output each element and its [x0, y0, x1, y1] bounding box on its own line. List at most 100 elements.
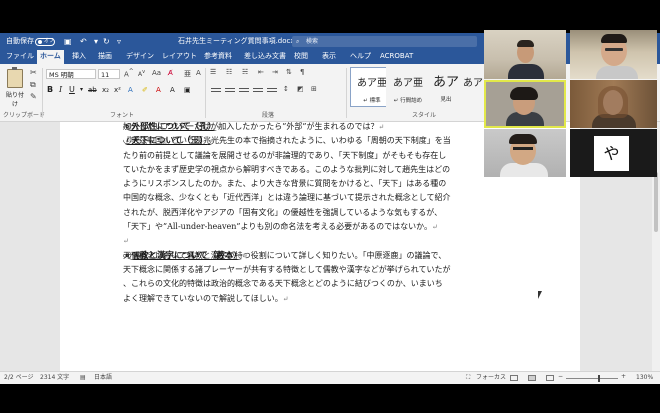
page-count[interactable]: 2/2 ページ: [4, 372, 33, 384]
undo-dropdown-icon[interactable]: ▾: [94, 33, 98, 50]
document-line[interactable]: よく理解できていないので解説してほしい。↵: [123, 292, 528, 306]
superscript-icon[interactable]: x²: [114, 85, 121, 95]
increase-indent-icon[interactable]: ⇥: [272, 68, 278, 76]
character-border-icon[interactable]: ▣: [184, 85, 191, 95]
multilevel-list-icon[interactable]: ☵: [242, 68, 248, 76]
word-count[interactable]: 2314 文字: [40, 372, 69, 384]
document-body[interactable]: ⑥外部性について（孔）↵ 加入したいアクターだけが加入したかったら”外部”が生まれ…: [123, 122, 528, 306]
borders-icon[interactable]: ⊞: [311, 85, 317, 93]
show-marks-icon[interactable]: ¶: [300, 68, 304, 76]
tab-review[interactable]: 校閲: [294, 50, 308, 64]
tab-references[interactable]: 参考資料: [204, 50, 232, 64]
grow-font-icon[interactable]: A^: [124, 69, 134, 78]
customize-toolbar-icon[interactable]: ▿: [117, 33, 121, 50]
autosave-toggle[interactable]: オフ: [35, 38, 55, 46]
paste-button[interactable]: 貼り付け: [4, 67, 26, 108]
font-group-label: フォント: [110, 112, 135, 119]
underline-icon[interactable]: U: [69, 85, 75, 95]
zoom-level[interactable]: 130%: [636, 372, 653, 384]
highlight-icon[interactable]: ✐: [142, 85, 148, 95]
tab-home[interactable]: ホーム: [37, 50, 64, 64]
tab-design[interactable]: デザイン: [126, 50, 154, 64]
align-left-icon[interactable]: [211, 88, 221, 95]
read-mode-icon[interactable]: [510, 375, 518, 381]
strikethrough-icon[interactable]: ab: [88, 85, 97, 95]
phonetic-guide-icon[interactable]: 亜: [184, 69, 191, 79]
style-more[interactable]: あア: [462, 67, 484, 107]
paragraph-mark: ↵: [282, 294, 289, 303]
tab-draw[interactable]: 描画: [98, 50, 112, 64]
video-tile-participant-4[interactable]: [570, 80, 657, 128]
font-name-select[interactable]: MS 明朝: [46, 69, 96, 79]
document-line[interactable]: ていたかをまず歴史学の視点から解明すべきである。このような批判に対して趙先生はど…: [123, 163, 528, 177]
document-line[interactable]: 「天下」や”All-under-heaven”よりも別の命名法を考える必要がある…: [123, 220, 528, 234]
line-text: 中国的な概念、少なくとも「近代西洋」とは違う論理に基づいて提示された概念として紹…: [123, 193, 451, 203]
tab-insert[interactable]: 挿入: [72, 50, 86, 64]
bullets-icon[interactable]: ☰: [210, 68, 216, 76]
proofing-icon[interactable]: ▤: [80, 372, 86, 384]
search-box[interactable]: ⌕ 検索: [292, 36, 477, 47]
bold-icon[interactable]: B: [47, 85, 53, 95]
video-tile-participant-5[interactable]: [484, 129, 566, 177]
document-line[interactable]: たり前の前提として議論を展開させるのが非論理的であり、「天下制度」がそもそも存在…: [123, 149, 528, 163]
change-case-icon[interactable]: Aa: [152, 69, 161, 77]
decrease-indent-icon[interactable]: ⇤: [258, 68, 264, 76]
video-tile-participant-2[interactable]: [570, 30, 657, 79]
distributed-icon[interactable]: [267, 88, 277, 95]
video-tile-active-speaker[interactable]: [484, 80, 566, 128]
document-line[interactable]: 天下概念に関係する諸プレーヤーが共有する特徴として儒教や漢字などが挙げられていた…: [123, 263, 528, 277]
redo-icon[interactable]: ↻: [103, 33, 110, 50]
tab-view[interactable]: 表示: [322, 50, 336, 64]
line-text: 「天下」や”All-under-heaven”よりも別の命名法を考える必要がある…: [123, 222, 432, 232]
subscript-icon[interactable]: x₂: [102, 85, 109, 95]
document-line[interactable]: されたが、脱西洋化やアジアの「固有文化」の優越性を強調しているような気もするが、: [123, 206, 528, 220]
character-shading-icon[interactable]: A: [170, 85, 175, 95]
tab-layout[interactable]: レイアウト: [162, 50, 197, 64]
font-color-icon[interactable]: A: [156, 85, 161, 95]
document-line[interactable]: ↵: [123, 234, 528, 248]
undo-icon[interactable]: ↶: [80, 33, 87, 50]
enclose-character-icon[interactable]: A: [196, 69, 201, 77]
participant-hair: [517, 40, 534, 47]
cut-icon[interactable]: ✂: [30, 68, 37, 77]
line-text: ⑦天下について（王）: [123, 136, 208, 147]
zoom-in-icon[interactable]: +: [621, 371, 626, 383]
scrollbar-thumb[interactable]: [654, 172, 658, 232]
zoom-slider-knob[interactable]: [598, 375, 600, 382]
video-tile-participant-1[interactable]: [484, 30, 566, 79]
underline-dropdown-icon[interactable]: ▾: [80, 85, 83, 95]
shrink-font-icon[interactable]: Av: [138, 69, 145, 78]
zoom-slider[interactable]: [566, 378, 618, 379]
web-layout-icon[interactable]: [546, 375, 554, 381]
line-spacing-icon[interactable]: ↕: [283, 85, 289, 93]
numbering-icon[interactable]: ☷: [226, 68, 232, 76]
align-right-icon[interactable]: [239, 88, 249, 95]
save-icon[interactable]: ▣: [64, 33, 72, 50]
shading-icon[interactable]: ◩: [297, 85, 304, 93]
language-indicator[interactable]: 日本語: [94, 372, 112, 384]
font-size-select[interactable]: 11: [98, 69, 120, 79]
document-line[interactable]: ようにリスポンスしたのか。また、より大きな背景に質問をかけると、「天下」はある種…: [123, 177, 528, 191]
tab-help[interactable]: ヘルプ: [350, 50, 371, 64]
copy-icon[interactable]: ⧉: [30, 80, 36, 90]
document-line[interactable]: 中国的な概念、少なくとも「近代西洋」とは違う論理に基づいて提示された概念として紹…: [123, 191, 528, 205]
tab-acrobat[interactable]: ACROBAT: [380, 50, 413, 64]
text-effects-icon[interactable]: A: [128, 85, 133, 95]
focus-icon[interactable]: ⛶: [466, 372, 470, 384]
format-painter-icon[interactable]: ✎: [30, 92, 37, 101]
print-layout-icon[interactable]: [528, 375, 536, 381]
focus-label[interactable]: フォーカス: [476, 372, 506, 384]
style-preview: あア: [432, 75, 459, 90]
justify-icon[interactable]: [253, 88, 263, 95]
zoom-out-icon[interactable]: −: [558, 371, 563, 383]
clear-format-icon[interactable]: A̸: [168, 69, 173, 77]
tab-file[interactable]: ファイル: [6, 50, 34, 64]
document-line[interactable]: 、これらの文化的特徴は政治的概念である天下概念とどのように結びつくのか、いまいち: [123, 277, 528, 291]
sort-icon[interactable]: ⇅: [286, 68, 292, 76]
italic-icon[interactable]: I: [59, 85, 62, 95]
video-tile-participant-6[interactable]: や: [570, 129, 657, 177]
tab-mailings[interactable]: 差し込み文書: [244, 50, 286, 64]
document-heading[interactable]: ⑦天下について（王）↵: [123, 134, 214, 148]
document-heading[interactable]: ⑧儒教と漢字について（藪本）↵: [123, 249, 248, 263]
align-center-icon[interactable]: [225, 88, 235, 95]
